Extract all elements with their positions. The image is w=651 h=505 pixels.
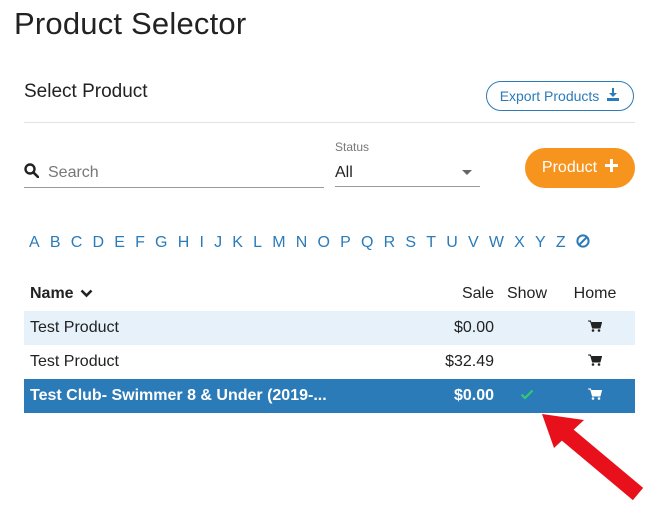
search-field[interactable]	[24, 159, 324, 188]
show-cell[interactable]	[494, 387, 560, 405]
page-title: Product Selector	[14, 6, 247, 41]
chevron-down-icon	[462, 170, 472, 175]
home-column-header: Home	[573, 285, 617, 302]
status-value: All	[335, 163, 353, 181]
section-title: Select Product	[24, 81, 148, 102]
product-name: Test Product	[30, 353, 119, 370]
cart-icon[interactable]	[588, 320, 602, 332]
sale-column-header: Sale	[461, 285, 494, 302]
annotation-arrow	[540, 408, 650, 501]
search-icon	[24, 163, 40, 183]
alpha-letter[interactable]: R	[384, 234, 396, 252]
alpha-letter[interactable]: G	[155, 234, 167, 252]
product-name: Test Club- Swimmer 8 & Under (2019-...	[30, 387, 327, 404]
home-cell[interactable]	[560, 353, 630, 371]
alpha-letter[interactable]: D	[92, 234, 104, 252]
table-header: Name Sale Show Home	[24, 277, 635, 311]
alpha-letter[interactable]: N	[296, 234, 308, 252]
alpha-letter[interactable]: B	[50, 234, 61, 252]
home-cell[interactable]	[560, 387, 630, 405]
chevron-down-icon	[80, 285, 93, 303]
alpha-letter[interactable]: V	[468, 234, 479, 252]
export-products-button[interactable]: Export Products	[486, 81, 634, 111]
export-products-label: Export Products	[499, 88, 600, 104]
alpha-letter[interactable]: H	[178, 234, 190, 252]
check-icon	[520, 389, 534, 400]
alpha-letter[interactable]: C	[71, 234, 83, 252]
products-table: Name Sale Show Home Test Product $0.00 T…	[24, 277, 635, 413]
search-input[interactable]	[48, 164, 298, 182]
alpha-letter[interactable]: S	[405, 234, 416, 252]
alpha-letter[interactable]: T	[426, 234, 436, 252]
alpha-letter[interactable]: F	[135, 234, 145, 252]
add-product-button[interactable]: Product	[525, 148, 635, 188]
alpha-letter[interactable]: Q	[361, 234, 373, 252]
name-column-header[interactable]: Name	[24, 285, 394, 303]
status-label: Status	[335, 140, 370, 154]
alpha-letter[interactable]: Z	[556, 234, 566, 252]
product-sale: $32.49	[445, 353, 494, 370]
show-column-header: Show	[506, 285, 548, 302]
product-sale: $0.00	[453, 319, 494, 336]
status-select[interactable]: All	[335, 159, 480, 187]
add-product-label: Product	[541, 159, 598, 176]
alpha-letter[interactable]: K	[232, 234, 243, 252]
section-divider	[24, 122, 635, 123]
alphabet-filter: A B C D E F G H I J K L M N O P Q R S T …	[29, 232, 629, 254]
alpha-letter[interactable]: W	[489, 234, 504, 252]
alpha-letter[interactable]: J	[214, 234, 222, 252]
alpha-letter[interactable]: O	[317, 234, 329, 252]
alpha-letter[interactable]: M	[272, 234, 285, 252]
table-row[interactable]: Test Product $0.00	[24, 311, 635, 345]
plus-icon	[605, 159, 619, 177]
alpha-letter[interactable]: Y	[535, 234, 546, 252]
cart-icon[interactable]	[588, 354, 602, 366]
table-row[interactable]: Test Product $32.49	[24, 345, 635, 379]
alpha-letter[interactable]: X	[514, 234, 525, 252]
name-header-label: Name	[30, 285, 74, 302]
product-name: Test Product	[30, 319, 119, 336]
alpha-letter[interactable]: I	[199, 234, 203, 252]
alpha-letter[interactable]: U	[446, 234, 458, 252]
alpha-letter[interactable]: L	[253, 234, 262, 252]
cart-icon[interactable]	[588, 388, 602, 400]
home-cell[interactable]	[560, 319, 630, 337]
download-icon	[606, 88, 620, 104]
clear-filter-icon[interactable]	[576, 233, 590, 253]
alpha-letter[interactable]: E	[114, 234, 125, 252]
alpha-letter[interactable]: P	[340, 234, 351, 252]
alpha-letter[interactable]: A	[29, 234, 40, 252]
product-sale: $0.00	[453, 387, 494, 404]
